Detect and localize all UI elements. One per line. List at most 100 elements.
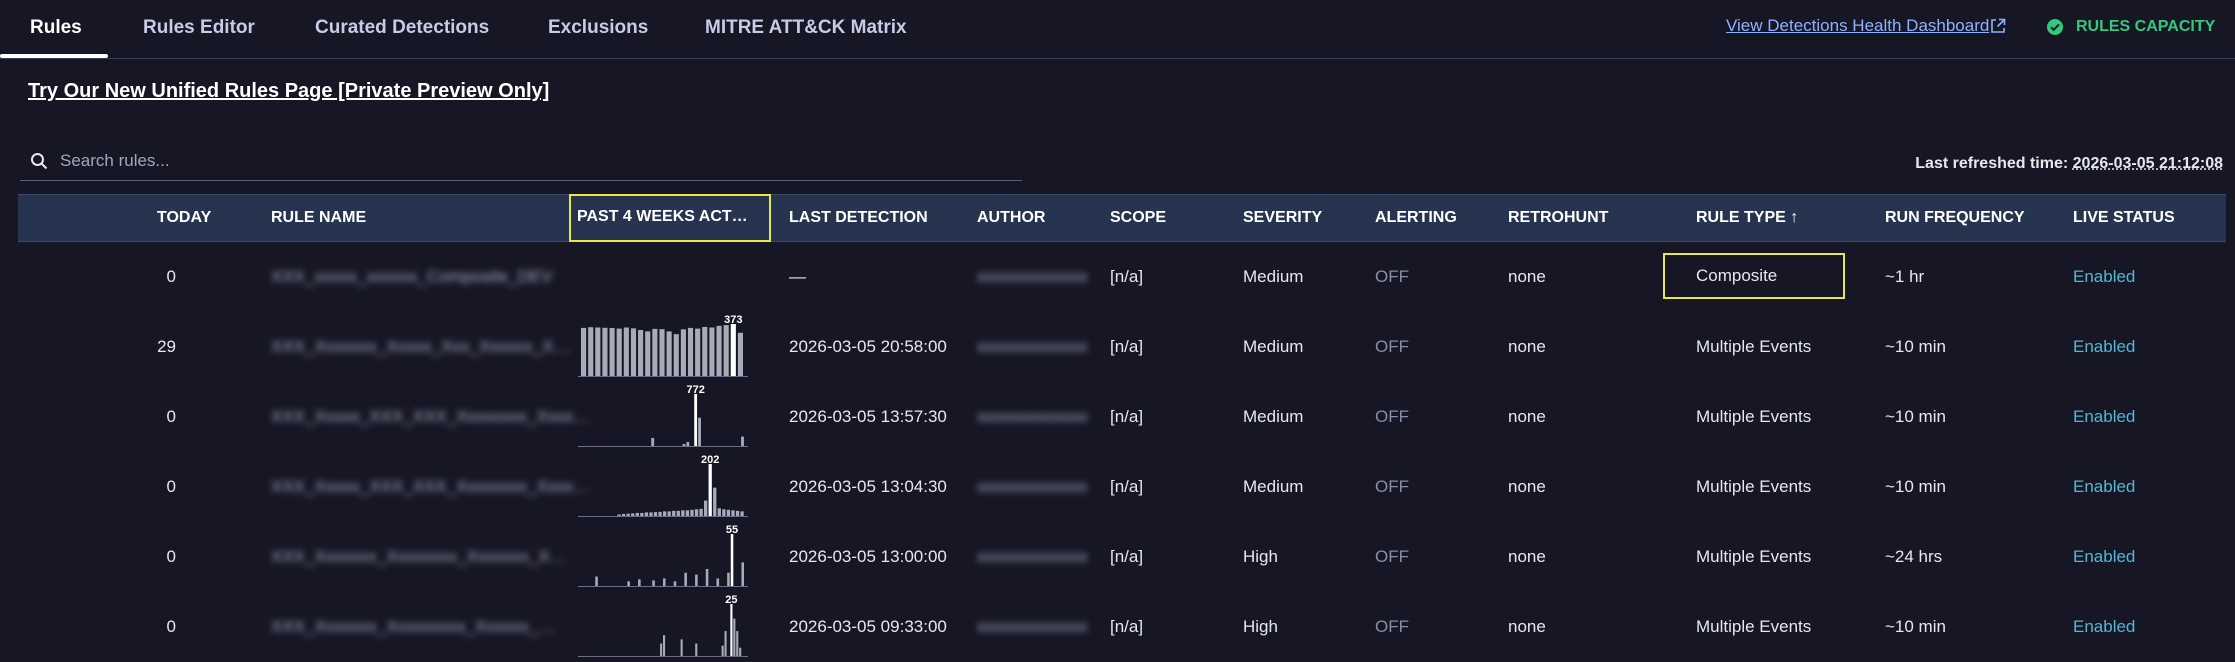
activity-peak-label: 772 xyxy=(686,384,704,396)
col-scope[interactable]: SCOPE xyxy=(1110,195,1166,241)
row-severity: Medium xyxy=(1243,267,1304,286)
activity-bar xyxy=(653,512,658,516)
activity-bar xyxy=(717,508,721,516)
activity-sparkline: 55 xyxy=(578,524,748,587)
activity-bar xyxy=(676,510,680,516)
table-row[interactable]: 0 XXX_Xxxxx_XXX_XXX_Xxxxxxxx_Xxxx… 2026-03… xyxy=(18,382,2226,452)
row-run-frequency: ~10 min xyxy=(1885,407,1946,426)
row-alerting: OFF xyxy=(1375,407,1409,426)
activity-bar xyxy=(672,510,676,516)
row-rule-type: Multiple Events xyxy=(1696,547,1812,566)
col-past-4-weeks-activity[interactable]: PAST 4 WEEKS ACT… xyxy=(569,194,771,242)
activity-bar xyxy=(631,513,635,516)
activity-bar xyxy=(680,639,683,656)
search-icon xyxy=(31,153,48,170)
table-row[interactable]: 0 XXX_Xxxxx_XXX_XXX_Xxxxxxxx_Xxxx… 2026-03… xyxy=(18,452,2226,522)
col-retrohunt[interactable]: RETROHUNT xyxy=(1508,195,1608,241)
row-rule-name: XXX_Xxxxxxx_Xxxxx_Xxx_Xxxxxx_X… xyxy=(271,337,571,356)
row-retrohunt: none xyxy=(1508,267,1546,286)
row-last-detection: 2026-03-05 09:33:00 xyxy=(789,617,947,636)
activity-bar xyxy=(695,574,698,586)
row-rule-name: XXX_Xxxxxxx_Xxxxxxxx_Xxxxxxx_X… xyxy=(271,547,567,566)
activity-bar xyxy=(659,329,665,376)
col-run-frequency[interactable]: RUN FREQUENCY xyxy=(1885,195,2025,241)
activity-peak-label: 373 xyxy=(724,314,742,326)
rules-capacity-button[interactable]: RULES CAPACITY xyxy=(2046,14,2215,40)
row-scope: [n/a] xyxy=(1110,617,1144,636)
row-scope: [n/a] xyxy=(1110,337,1144,356)
external-link-icon[interactable] xyxy=(1990,18,2006,34)
table-row[interactable]: 0 XXX_Xxxxxxx_Xxxxxxxxx_Xxxxxx_… 2026-03-0… xyxy=(18,592,2226,662)
row-severity: High xyxy=(1243,547,1278,566)
check-circle-icon xyxy=(2047,19,2063,35)
col-author[interactable]: AUTHOR xyxy=(977,195,1045,241)
row-run-frequency: ~10 min xyxy=(1885,337,1946,356)
activity-bar xyxy=(663,511,667,516)
row-alerting: OFF xyxy=(1375,617,1409,636)
row-retrohunt: none xyxy=(1508,617,1546,636)
activity-bar xyxy=(681,510,685,516)
activity-bar xyxy=(680,329,686,376)
row-live-status[interactable]: Enabled xyxy=(2073,312,2135,382)
activity-bar xyxy=(644,512,649,516)
table-row[interactable]: 29 XXX_Xxxxxxx_Xxxxx_Xxx_Xxxxxx_X… 2026-03… xyxy=(18,312,2226,382)
activity-bar xyxy=(626,513,630,516)
col-severity[interactable]: SEVERITY xyxy=(1243,195,1322,241)
unified-rules-preview-link[interactable]: Try Our New Unified Rules Page [Private … xyxy=(28,80,549,103)
activity-bar xyxy=(685,510,690,516)
row-live-status[interactable]: Enabled xyxy=(2073,452,2135,522)
row-last-detection: 2026-03-05 13:57:30 xyxy=(789,407,947,426)
activity-sparkline: 373 xyxy=(578,314,748,377)
activity-peak-label: 25 xyxy=(725,594,737,606)
activity-bar xyxy=(730,534,734,586)
row-today: 0 xyxy=(166,267,176,286)
tab-exclusions[interactable]: Exclusions xyxy=(548,0,648,58)
row-author: xxxxxxxxxxxxx xyxy=(977,407,1088,426)
row-run-frequency: ~10 min xyxy=(1885,617,1946,636)
health-dashboard-link[interactable]: View Detections Health Dashboard xyxy=(1726,16,1989,36)
row-rule-name: XXX_xxxxx_xxxxxx_Composite_DEV xyxy=(271,267,553,286)
col-last-detection[interactable]: LAST DETECTION xyxy=(789,195,928,241)
active-tab-indicator xyxy=(0,54,108,58)
tab-rules-editor[interactable]: Rules Editor xyxy=(143,0,255,58)
activity-bar xyxy=(663,578,666,586)
row-last-detection: 2026-03-05 13:00:00 xyxy=(789,547,947,566)
row-today: 29 xyxy=(157,337,176,356)
activity-bar xyxy=(735,510,740,516)
row-scope: [n/a] xyxy=(1110,267,1144,286)
col-today[interactable]: TODAY xyxy=(157,195,211,241)
activity-bar xyxy=(727,572,730,586)
activity-bar xyxy=(673,334,679,376)
activity-bar xyxy=(705,568,709,586)
row-run-frequency: ~24 hrs xyxy=(1885,547,1943,566)
table-row[interactable]: 0 XXX_Xxxxxxx_Xxxxxxxx_Xxxxxxx_X… 2026-03-… xyxy=(18,522,2226,592)
row-live-status[interactable]: Enabled xyxy=(2073,242,2135,312)
table-row[interactable]: 0 XXX_xxxxx_xxxxxx_Composite_DEV — xxxxxxxx… xyxy=(18,242,2226,312)
activity-bar xyxy=(695,328,701,376)
activity-bar xyxy=(709,327,715,376)
row-alerting: OFF xyxy=(1375,337,1409,356)
row-severity: Medium xyxy=(1243,407,1304,426)
activity-bar xyxy=(673,581,677,586)
row-rule-name: XXX_Xxxxx_XXX_XXX_Xxxxxxxx_Xxxx… xyxy=(271,407,591,426)
activity-bar xyxy=(658,511,662,516)
tab-rules[interactable]: Rules xyxy=(30,0,82,58)
tab-curated-detections[interactable]: Curated Detections xyxy=(315,0,489,58)
row-live-status[interactable]: Enabled xyxy=(2073,382,2135,452)
row-live-status[interactable]: Enabled xyxy=(2073,522,2135,592)
search-input[interactable] xyxy=(58,150,962,172)
col-alerting[interactable]: ALERTING xyxy=(1375,195,1457,241)
row-last-detection: — xyxy=(789,267,806,286)
col-live-status[interactable]: LIVE STATUS xyxy=(2073,195,2175,241)
row-alerting: OFF xyxy=(1375,477,1409,496)
activity-bar xyxy=(698,417,701,446)
row-live-status[interactable]: Enabled xyxy=(2073,592,2135,662)
row-rule-type: Multiple Events xyxy=(1696,337,1812,356)
col-rule-name[interactable]: RULE NAME xyxy=(271,195,366,241)
col-rule-type[interactable]: RULE TYPE ↑ xyxy=(1696,195,1798,241)
activity-peak-label: 202 xyxy=(701,454,719,466)
activity-bar xyxy=(663,635,666,656)
activity-peak-label: 55 xyxy=(726,524,738,536)
activity-bar xyxy=(721,645,724,656)
tab-mitre-matrix[interactable]: MITRE ATT&CK Matrix xyxy=(705,0,907,58)
